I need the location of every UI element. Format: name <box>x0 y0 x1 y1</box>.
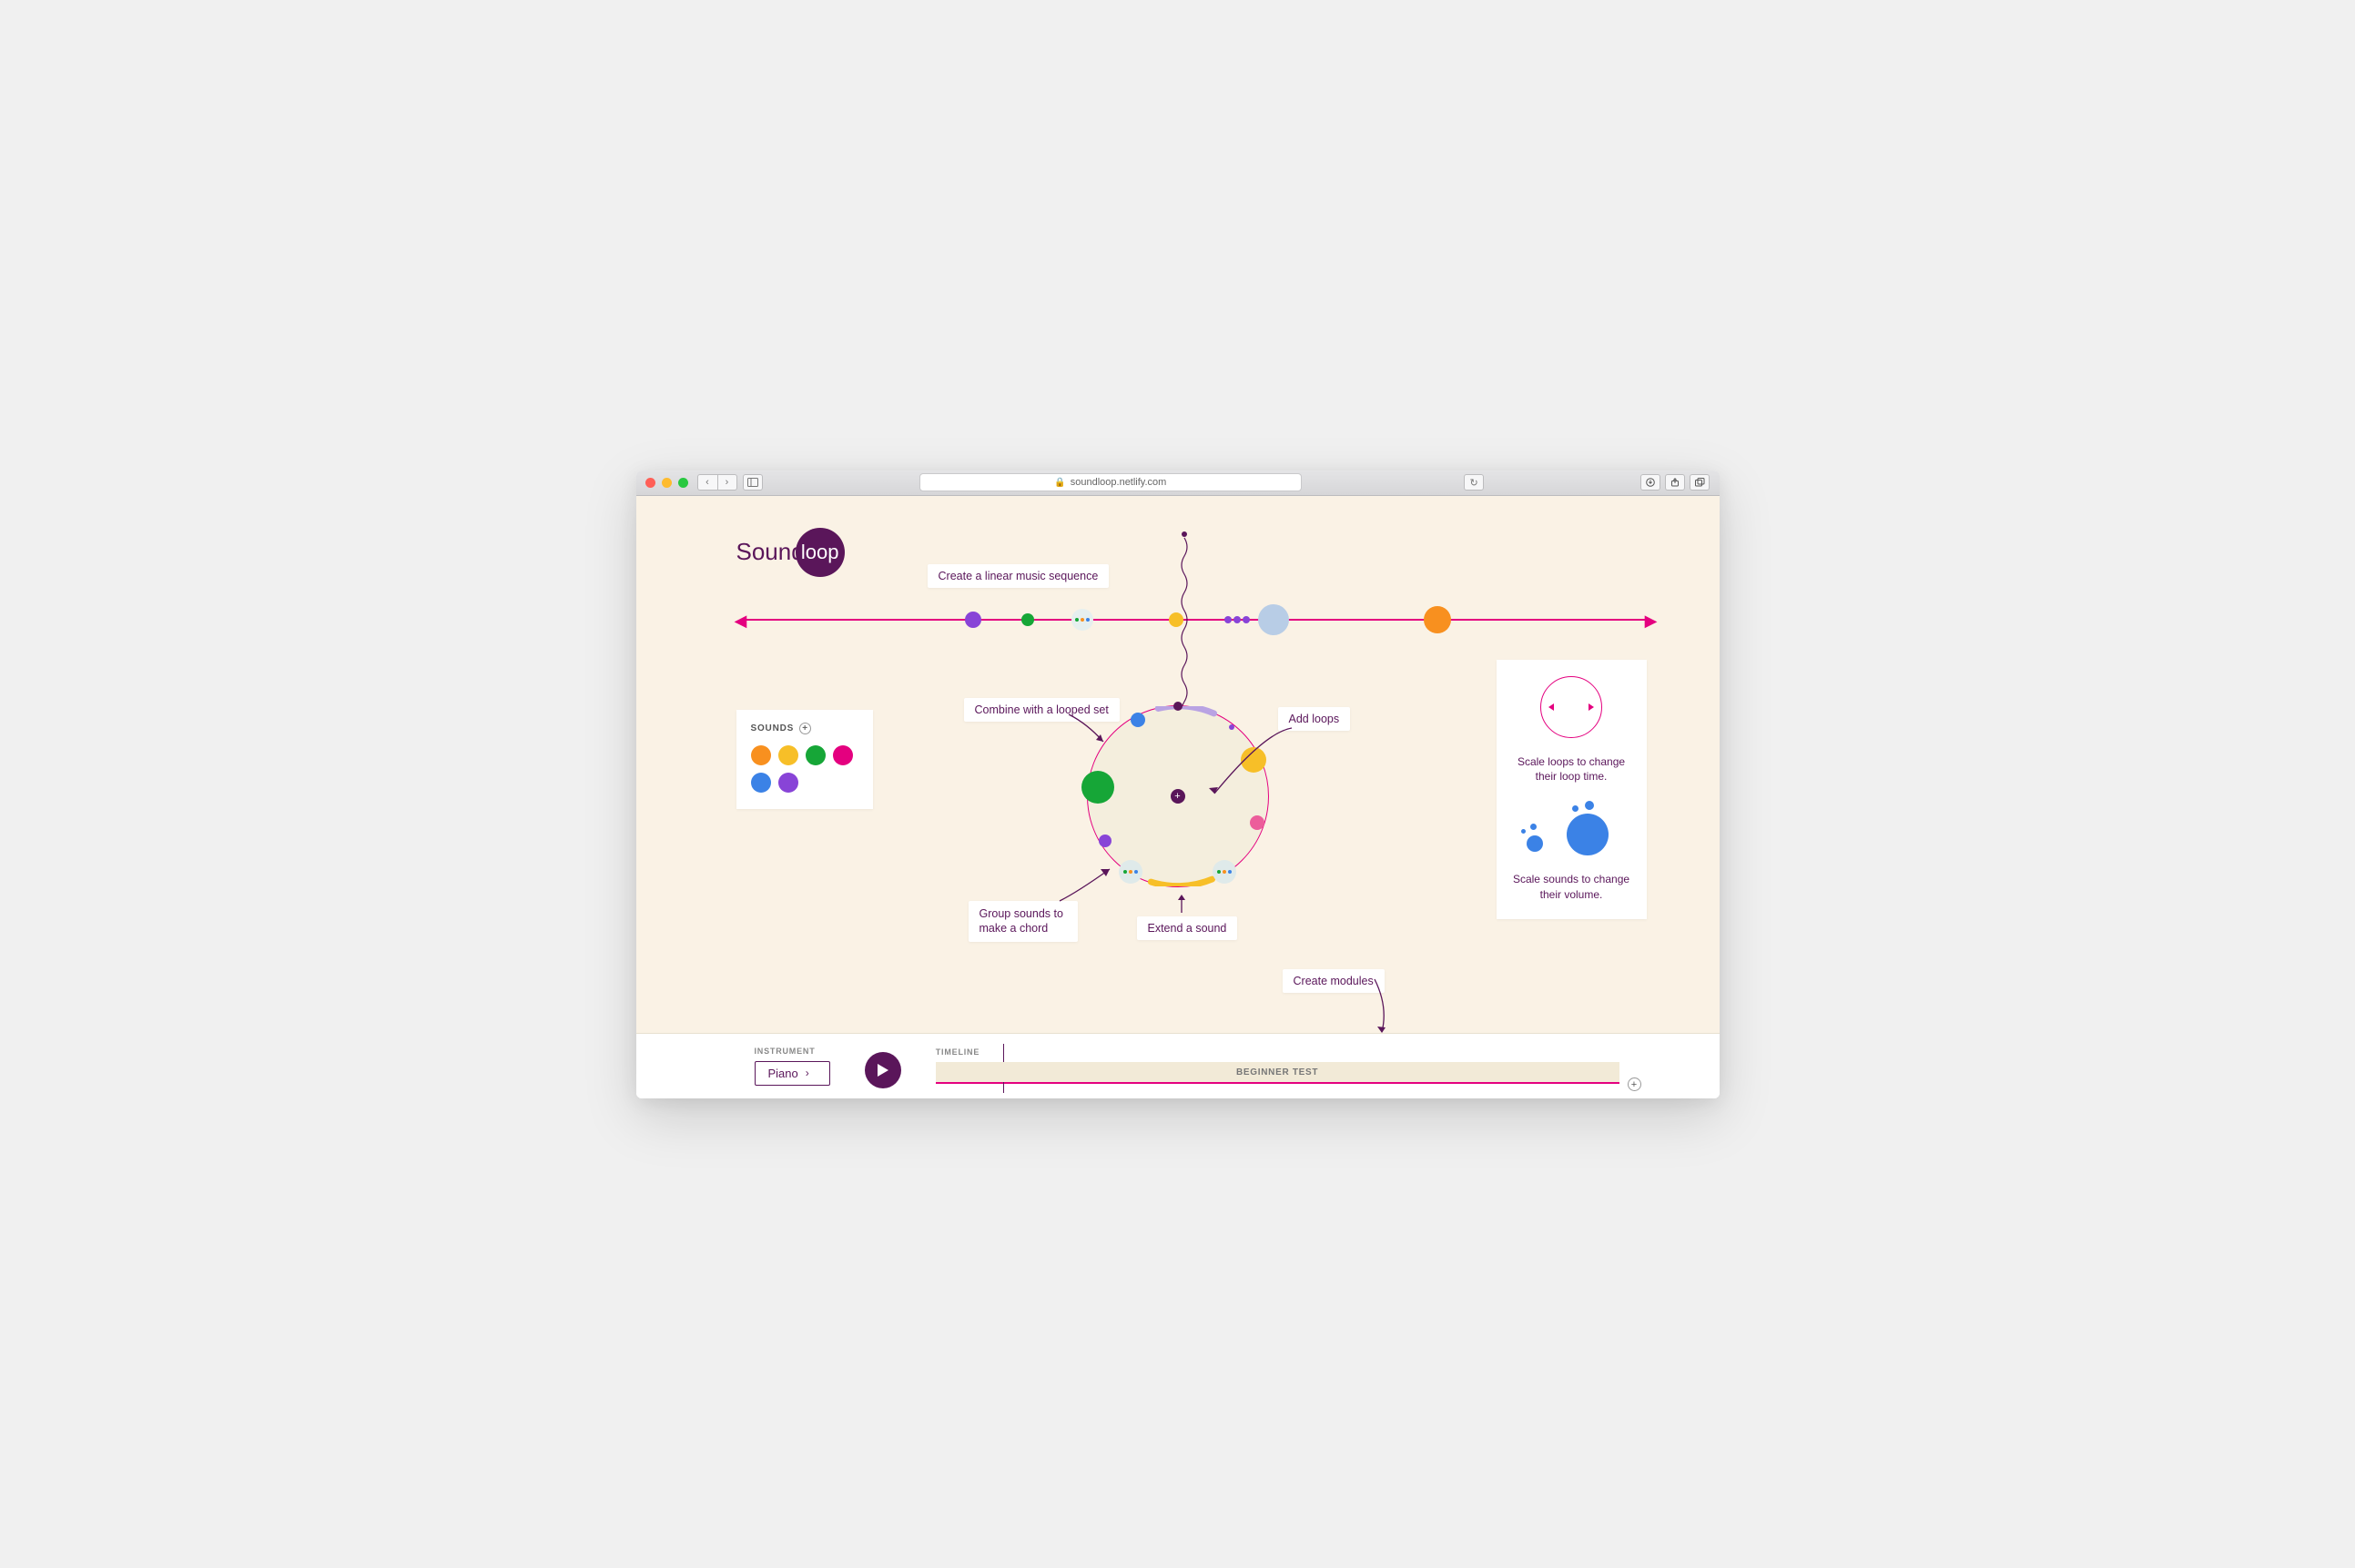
logo-disc: loop <box>796 528 845 577</box>
instrument-select[interactable]: Piano › <box>755 1061 830 1086</box>
info-scale-loops-text: Scale loops to change their loop time. <box>1509 754 1634 785</box>
app-canvas: Sound loop ◀ ▶ Create a linear music seq… <box>636 496 1720 1033</box>
footer-bar: INSTRUMENT Piano › TIMELINE BEGINNER TES… <box>636 1033 1720 1098</box>
sequence-note[interactable] <box>1169 612 1183 627</box>
share-icon <box>1670 478 1680 487</box>
sounds-palette: SOUNDS + <box>736 710 873 809</box>
sidebar-icon <box>747 478 758 487</box>
callout-linear: Create a linear music sequence <box>928 564 1110 588</box>
reload-button[interactable]: ↻ <box>1464 474 1484 491</box>
arrow-group <box>1055 865 1119 905</box>
logo-text-1: Sound <box>736 538 805 566</box>
forward-button[interactable]: › <box>717 474 737 491</box>
callout-modules: Create modules <box>1283 969 1385 993</box>
arrow-left-icon: ◀ <box>735 612 747 631</box>
maximize-window-button[interactable] <box>678 478 688 488</box>
arrow-extend <box>1175 893 1188 915</box>
add-loop-center-button[interactable]: + <box>1171 789 1185 804</box>
sound-swatch[interactable] <box>778 745 798 765</box>
tabs-icon <box>1695 478 1705 487</box>
url-text: soundloop.netlify.com <box>1071 477 1167 488</box>
logo: Sound loop <box>736 528 845 577</box>
play-button[interactable] <box>865 1052 901 1088</box>
sounds-title: SOUNDS <box>751 723 795 733</box>
chrome-right-group <box>1640 474 1710 491</box>
timeline-label: TIMELINE <box>936 1047 1619 1057</box>
tabs-button[interactable] <box>1690 474 1710 491</box>
download-icon <box>1646 478 1655 487</box>
loop-note[interactable] <box>1241 747 1266 773</box>
sound-swatch[interactable] <box>751 745 771 765</box>
sound-swatch[interactable] <box>751 773 771 793</box>
loop-chord-group[interactable] <box>1213 860 1236 884</box>
sequence-note[interactable] <box>1021 613 1034 626</box>
instrument-picker: INSTRUMENT Piano › <box>755 1047 830 1086</box>
callout-group: Group sounds to make a chord <box>969 901 1078 943</box>
chevron-right-icon: › <box>806 1067 809 1079</box>
play-icon <box>877 1063 889 1077</box>
traffic-lights <box>645 478 688 488</box>
timeline-module[interactable]: BEGINNER TEST <box>936 1062 1619 1082</box>
sequence-note[interactable] <box>965 612 981 628</box>
back-button[interactable]: ‹ <box>697 474 717 491</box>
close-window-button[interactable] <box>645 478 655 488</box>
add-sound-button[interactable]: + <box>799 723 811 734</box>
info-scale-sounds-text: Scale sounds to change their volume. <box>1509 872 1634 903</box>
timeline-rule <box>936 1082 1619 1084</box>
loop-note[interactable] <box>1173 702 1183 711</box>
sounds-header: SOUNDS + <box>751 723 858 734</box>
sidebar-toggle-button[interactable] <box>743 474 763 491</box>
share-button[interactable] <box>1665 474 1685 491</box>
sequence-note[interactable] <box>1233 616 1241 623</box>
sequence-note[interactable] <box>1258 604 1289 635</box>
minimize-window-button[interactable] <box>662 478 672 488</box>
timeline-module-name: BEGINNER TEST <box>1236 1067 1318 1077</box>
scale-loop-diagram <box>1540 676 1602 738</box>
loop-circle[interactable]: + <box>1087 705 1269 887</box>
sequence-chord-group[interactable] <box>1071 609 1093 631</box>
add-module-button[interactable]: + <box>1628 1077 1641 1091</box>
linear-sequence-track[interactable] <box>746 619 1647 621</box>
sequence-note[interactable] <box>1224 616 1232 623</box>
loop-note[interactable] <box>1250 815 1264 830</box>
info-panel: Scale loops to change their loop time. S… <box>1497 660 1647 919</box>
scale-sound-diagram <box>1521 801 1621 855</box>
loop-note[interactable] <box>1099 835 1112 847</box>
arrow-right-icon: ▶ <box>1645 612 1658 631</box>
browser-chrome: ‹ › 🔒 soundloop.netlify.com ↻ <box>636 470 1720 496</box>
sequence-note[interactable] <box>1243 616 1250 623</box>
timeline-section: TIMELINE BEGINNER TEST + <box>936 1047 1619 1084</box>
sound-swatches <box>751 745 858 793</box>
downloads-button[interactable] <box>1640 474 1660 491</box>
instrument-label: INSTRUMENT <box>755 1047 830 1056</box>
sequence-note[interactable] <box>1424 606 1451 633</box>
sound-swatch[interactable] <box>806 745 826 765</box>
callout-add-loops: Add loops <box>1278 707 1351 731</box>
browser-window: ‹ › 🔒 soundloop.netlify.com ↻ + Sound <box>636 470 1720 1098</box>
loop-note[interactable] <box>1229 724 1234 730</box>
logo-text-2: loop <box>801 541 839 564</box>
instrument-value: Piano <box>768 1067 798 1080</box>
lock-icon: 🔒 <box>1054 478 1065 488</box>
loop-note[interactable] <box>1131 713 1145 727</box>
callout-extend: Extend a sound <box>1137 916 1238 940</box>
loop-chord-group[interactable] <box>1119 860 1142 884</box>
sound-swatch[interactable] <box>833 745 853 765</box>
address-bar[interactable]: 🔒 soundloop.netlify.com <box>919 473 1302 491</box>
callout-combine: Combine with a looped set <box>964 698 1120 722</box>
nav-back-forward: ‹ › <box>697 474 737 491</box>
sound-swatch[interactable] <box>778 773 798 793</box>
loop-note[interactable] <box>1081 771 1114 804</box>
